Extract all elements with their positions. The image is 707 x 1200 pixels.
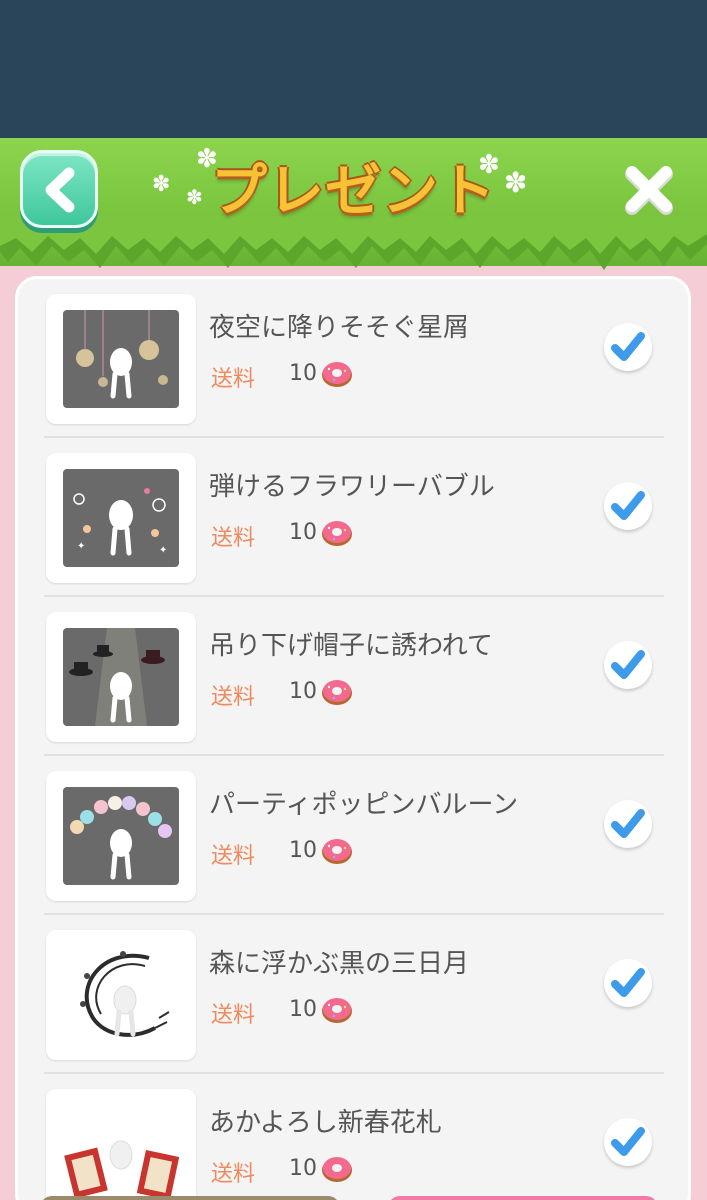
list-item[interactable]: パーティポッピンバルーン 送料 10 (44, 756, 664, 915)
select-checkbox[interactable] (604, 959, 652, 1007)
shipping-count: 10 (289, 679, 317, 704)
list-item[interactable]: 吊り下げ帽子に誘われて 送料 10 (44, 597, 664, 756)
item-name: パーティポッピンバルーン (209, 790, 519, 820)
list-item[interactable]: あかよろし新春花札 送料 10 (44, 1074, 664, 1200)
shipping-label: 送料 (211, 526, 256, 551)
shipping-label: 送料 (211, 1162, 256, 1187)
checkmark-icon (611, 332, 645, 361)
shipping-label: 送料 (211, 844, 256, 869)
shipping-label: 送料 (211, 685, 256, 710)
item-thumbnail: ✦ ✦ (46, 453, 196, 583)
present-panel: ✽ ✽ ✽ ✽ ✽ プレゼント 夜空に降りそそぐ星屑 送料 10 ✦ ✦ 弾ける… (0, 138, 707, 1200)
checkmark-icon (611, 1127, 645, 1156)
shipping-count: 10 (289, 838, 317, 863)
checkmark-icon (611, 491, 645, 520)
item-name: あかよろし新春花札 (209, 1108, 442, 1138)
item-name: 夜空に降りそそぐ星屑 (209, 313, 470, 343)
item-thumbnail (46, 930, 196, 1060)
present-list[interactable]: 夜空に降りそそぐ星屑 送料 10 ✦ ✦ 弾けるフラワリーバブル 送料 10 吊… (15, 276, 691, 1200)
item-image (63, 946, 179, 1044)
item-name: 吊り下げ帽子に誘われて (209, 631, 493, 661)
shipping-count: 10 (289, 361, 317, 386)
shipping-count: 10 (289, 520, 317, 545)
bottom-button-right[interactable] (388, 1196, 658, 1200)
list-item[interactable]: 夜空に降りそそぐ星屑 送料 10 (44, 279, 664, 438)
shipping-count: 10 (289, 1156, 317, 1181)
item-image (63, 787, 179, 885)
donut-icon (322, 521, 352, 546)
select-checkbox[interactable] (604, 482, 652, 530)
list-item[interactable]: ✦ ✦ 弾けるフラワリーバブル 送料 10 (44, 438, 664, 597)
donut-icon (322, 1157, 352, 1182)
svg-text:✦: ✦ (159, 545, 167, 556)
shipping-count: 10 (289, 997, 317, 1022)
item-thumbnail (46, 771, 196, 901)
item-thumbnail (46, 294, 196, 424)
header: ✽ ✽ ✽ ✽ ✽ プレゼント (0, 138, 707, 270)
select-checkbox[interactable] (604, 641, 652, 689)
item-image (63, 628, 179, 726)
shipping-label: 送料 (211, 367, 256, 392)
item-image: ✦ ✦ (63, 469, 179, 567)
donut-icon (322, 839, 352, 864)
donut-icon (322, 362, 352, 387)
top-bar (0, 0, 707, 138)
page-title: プレゼント (211, 159, 496, 224)
checkmark-icon (611, 968, 645, 997)
bottom-button-left[interactable] (40, 1196, 340, 1200)
item-image (63, 310, 179, 408)
item-image (63, 1105, 179, 1200)
checkmark-icon (611, 809, 645, 838)
svg-text:✦: ✦ (77, 541, 85, 552)
close-icon[interactable] (622, 162, 676, 216)
list-item[interactable]: 森に浮かぶ黒の三日月 送料 10 (44, 915, 664, 1074)
item-thumbnail (46, 612, 196, 742)
select-checkbox[interactable] (604, 1118, 652, 1166)
select-checkbox[interactable] (604, 323, 652, 371)
donut-icon (322, 998, 352, 1023)
item-name: 森に浮かぶ黒の三日月 (209, 949, 470, 979)
shipping-label: 送料 (211, 1003, 256, 1028)
item-thumbnail (46, 1089, 196, 1200)
item-name: 弾けるフラワリーバブル (209, 472, 495, 502)
select-checkbox[interactable] (604, 800, 652, 848)
donut-icon (322, 680, 352, 705)
checkmark-icon (611, 650, 645, 679)
